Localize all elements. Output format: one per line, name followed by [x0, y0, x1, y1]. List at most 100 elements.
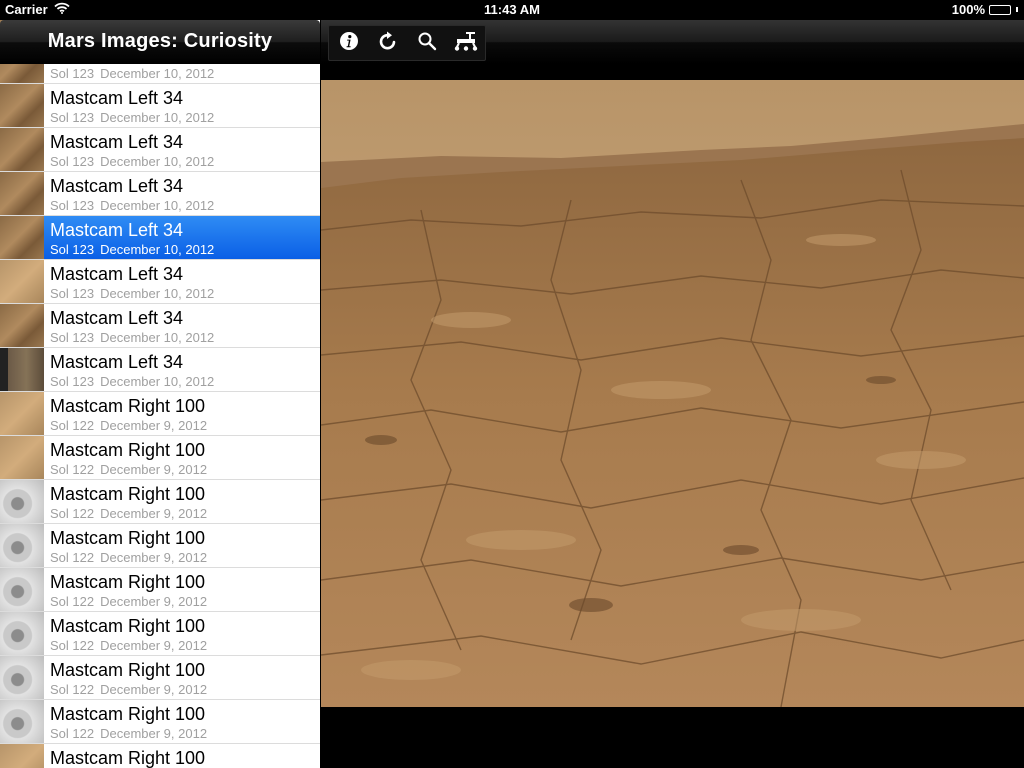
image-date: December 10, 2012	[100, 330, 215, 345]
image-thumbnail	[0, 524, 44, 567]
image-date: December 9, 2012	[100, 418, 208, 433]
image-list-panel: Mastcam Left 34 Sol 123 December 10, 2012 M…	[0, 20, 320, 768]
image-subtitle: Sol 122 December 9, 2012	[50, 682, 207, 697]
search-icon	[417, 31, 437, 56]
rover-button[interactable]	[451, 28, 481, 58]
image-date: December 10, 2012	[100, 198, 215, 213]
list-item[interactable]: Mastcam Right 100 Sol 122 December 9, 2012	[0, 700, 320, 744]
image-thumbnail	[0, 656, 44, 699]
image-sol: Sol 122	[50, 550, 95, 565]
image-date: December 9, 2012	[100, 638, 208, 653]
image-date: December 9, 2012	[100, 726, 208, 741]
image-subtitle: Sol 122 December 9, 2012	[50, 462, 207, 477]
list-item[interactable]: Mastcam Left 34 Sol 123 December 10, 2012	[0, 216, 320, 260]
list-item[interactable]: Mastcam Right 100 Sol 122 December 9, 2012	[0, 436, 320, 480]
image-thumbnail	[0, 348, 44, 391]
image-subtitle: Sol 123 December 10, 2012	[50, 198, 214, 213]
image-title: Mastcam Right 100	[50, 704, 206, 724]
image-sol: Sol 122	[50, 506, 95, 521]
image-thumbnail	[0, 436, 44, 479]
list-item[interactable]: Mastcam Right 100 Sol 122 December 9, 2012	[0, 524, 320, 568]
list-item[interactable]: Mastcam Left 34 Sol 123 December 10, 2012	[0, 348, 320, 392]
search-button[interactable]	[412, 28, 442, 58]
image-title: Mastcam Right 100	[50, 748, 206, 768]
image-title: Mastcam Right 100	[50, 616, 206, 636]
image-date: December 10, 2012	[100, 242, 215, 257]
image-sol: Sol 123	[50, 154, 95, 169]
image-sol: Sol 122	[50, 638, 95, 653]
refresh-icon	[377, 30, 399, 57]
image-sol: Sol 122	[50, 682, 95, 697]
list-item[interactable]: Mastcam Right 100 Sol 122December 9, 2012	[0, 568, 320, 612]
image-sol: Sol 123	[50, 110, 95, 125]
image-title: Mastcam Left 34	[50, 352, 184, 372]
status-bar: Carrier 11:43 AM 100%	[0, 0, 1024, 20]
image-thumbnail	[0, 216, 44, 259]
image-thumbnail	[0, 84, 44, 127]
list-item[interactable]: Mastcam Left 34 Sol 123 December 10, 2012	[0, 84, 320, 128]
image-title: Mastcam Right 100	[50, 572, 206, 592]
image-subtitle: Sol 123 December 10, 2012	[50, 110, 214, 125]
image-title: Mastcam Left 34	[50, 132, 184, 152]
battery-tip	[1016, 7, 1018, 12]
rover-icon	[453, 30, 479, 57]
refresh-button[interactable]	[373, 28, 403, 58]
image-thumbnail	[0, 260, 44, 303]
image-title: Mastcam Right 100	[50, 660, 206, 680]
image-thumbnail	[0, 700, 44, 743]
list-item[interactable]: Mastcam Right 100 Sol 122 December 9, 2012	[0, 656, 320, 700]
info-button[interactable]	[334, 28, 364, 58]
image-sol: Sol 122	[50, 462, 95, 477]
image-sol: Sol 123	[50, 330, 95, 345]
list-item[interactable]: Mastcam Right 100Sol 122December 9, 2012	[0, 480, 320, 524]
image-subtitle: Sol 122 December 9, 2012	[50, 550, 207, 565]
image-sol: Sol 123	[50, 374, 95, 389]
status-time: 11:43 AM	[484, 2, 540, 17]
battery-icon	[989, 4, 1011, 15]
mars-photo[interactable]	[321, 80, 1024, 707]
image-subtitle: Sol 122 December 9, 2012	[50, 726, 207, 741]
image-date: December 10, 2012	[100, 374, 215, 389]
image-date: December 10, 2012	[100, 286, 215, 301]
image-title: Mastcam Right 100	[50, 528, 206, 548]
image-sol: Sol 123	[50, 198, 95, 213]
image-sol: Sol 122	[50, 726, 95, 741]
list-item[interactable]: Mastcam Left 34 Sol 123 December 10, 2012	[0, 128, 320, 172]
image-sol: Sol 122	[50, 594, 95, 609]
image-title: Mastcam Left 34	[50, 88, 184, 108]
image-subtitle: Sol 122 December 9, 2012	[50, 638, 207, 653]
image-title: Mastcam Right 100	[50, 396, 206, 416]
list-item[interactable]: Mastcam Right 100 Sol 122 December 9, 2012	[0, 612, 320, 656]
list-item[interactable]: Mastcam Right 100Sol 122December 9, 2012	[0, 744, 320, 768]
image-title: Mastcam Left 34	[50, 264, 184, 284]
image-thumbnail	[0, 304, 44, 347]
image-date: December 10, 2012	[100, 110, 215, 125]
image-date: December 10, 2012	[100, 66, 215, 81]
image-sol: Sol 123	[50, 242, 95, 257]
toolbar	[321, 20, 1024, 64]
image-thumbnail	[0, 568, 44, 611]
status-right: 100%	[952, 2, 1018, 17]
image-date: December 9, 2012	[100, 682, 208, 697]
image-date: December 9, 2012	[100, 462, 208, 477]
image-sol: Sol 123	[50, 66, 95, 81]
image-thumbnail	[0, 392, 44, 435]
image-subtitle: Sol 122 December 9, 2012	[50, 594, 207, 609]
toolbar-button-group	[328, 25, 486, 61]
image-thumbnail	[0, 612, 44, 655]
navigation-bar: Mars Images: Curiosity	[0, 20, 320, 64]
image-title: Mastcam Right 100	[50, 484, 206, 504]
image-subtitle: Sol 123 December 10, 2012	[50, 286, 214, 301]
image-subtitle: Sol 123 December 10, 2012	[50, 154, 214, 169]
list-item[interactable]: Mastcam Left 34 Sol 123 December 10, 2012	[0, 172, 320, 216]
image-thumbnail	[0, 744, 44, 768]
image-title: Mastcam Right 100	[50, 440, 206, 460]
image-detail-panel	[321, 20, 1024, 768]
image-sol: Sol 123	[50, 286, 95, 301]
list-item[interactable]: Mastcam Right 100Sol 122December 9, 2012	[0, 392, 320, 436]
list-item[interactable]: Mastcam Left 34 Sol 123 December 10, 2012	[0, 260, 320, 304]
image-list[interactable]: Mastcam Left 34 Sol 123 December 10, 2012 M…	[0, 20, 320, 768]
image-date: December 9, 2012	[100, 550, 208, 565]
list-item[interactable]: Mastcam Left 34 Sol 123 December 10, 2012	[0, 304, 320, 348]
app-title: Mars Images: Curiosity	[47, 30, 273, 52]
